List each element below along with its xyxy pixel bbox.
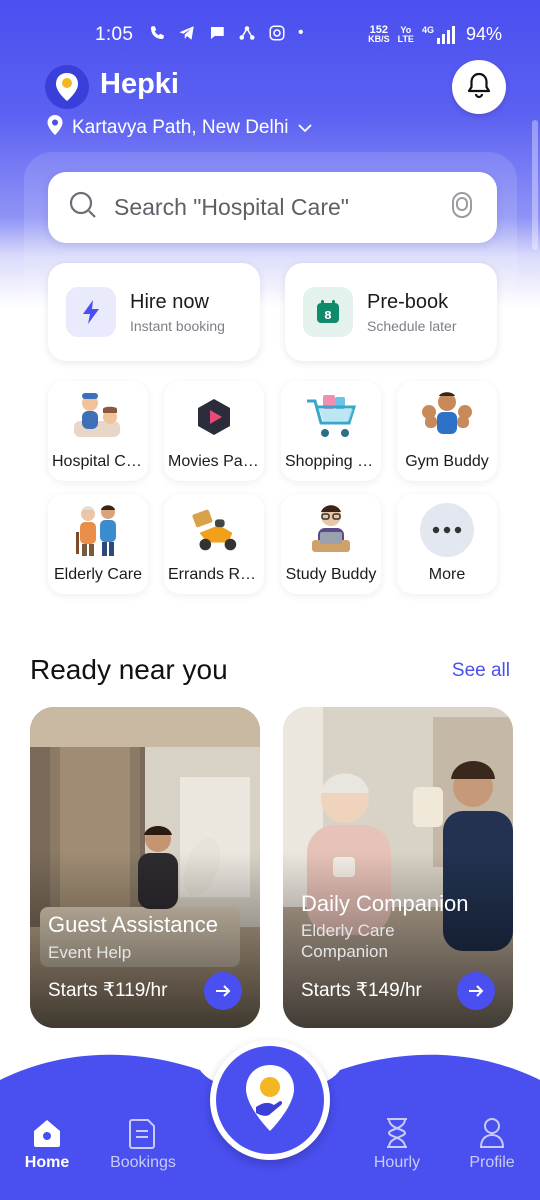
card-subtitle: Event Help bbox=[48, 943, 132, 962]
status-right: 152 KB/S Yo LTE 4G 94% bbox=[368, 24, 502, 45]
telegram-icon bbox=[178, 24, 196, 47]
service-card-guest-assistance[interactable]: Guest Assistance Event Help Starts ₹119/… bbox=[30, 707, 260, 1028]
elderly-care-icon bbox=[70, 502, 126, 558]
calendar-day: 8 bbox=[324, 309, 332, 322]
category-study-buddy[interactable]: Study Buddy bbox=[281, 494, 381, 594]
more-dots-icon bbox=[419, 502, 475, 558]
category-hospital-care[interactable]: Hospital Care bbox=[48, 381, 148, 481]
status-bar: 1:05 • 152 KB/S Yo LTE 4G 94% bbox=[0, 18, 540, 52]
center-action-button[interactable] bbox=[210, 1040, 330, 1160]
nav-label: Hourly bbox=[373, 1154, 421, 1171]
card-title: Daily Companion bbox=[301, 891, 469, 916]
nav-label: Profile bbox=[469, 1154, 515, 1171]
movies-icon bbox=[186, 389, 242, 445]
search-input[interactable]: Search "Hospital Care" bbox=[114, 194, 447, 221]
card-price: Starts ₹119/hr bbox=[48, 980, 168, 1001]
search-bar[interactable]: Search "Hospital Care" bbox=[48, 172, 497, 243]
battery-level: 94% bbox=[465, 24, 502, 44]
volte-indicator: Yo LTE bbox=[397, 24, 414, 44]
microphone-icon[interactable] bbox=[447, 189, 477, 226]
bookings-icon bbox=[98, 1116, 188, 1150]
section-title: Ready near you bbox=[30, 654, 228, 685]
card-subtitle: Elderly Care Companion bbox=[301, 921, 395, 961]
study-buddy-icon bbox=[303, 502, 359, 558]
pre-book-subtitle: Schedule later bbox=[367, 317, 457, 334]
gym-buddy-icon bbox=[419, 389, 475, 445]
card-title: Guest Assistance bbox=[48, 912, 218, 937]
scrollbar[interactable] bbox=[532, 120, 538, 250]
dot-icon: • bbox=[298, 24, 304, 41]
category-shopping[interactable]: Shopping Buddy bbox=[281, 381, 381, 481]
pre-book-title: Pre-book bbox=[367, 290, 449, 313]
calendar-icon: 8 bbox=[303, 287, 353, 337]
phone-icon bbox=[148, 24, 166, 47]
nav-label: Home bbox=[24, 1154, 70, 1171]
location-pin-icon bbox=[46, 114, 64, 142]
app-logo bbox=[45, 65, 89, 109]
category-elderly-care[interactable]: Elderly Care bbox=[48, 494, 148, 594]
instagram-icon bbox=[268, 24, 286, 47]
lightning-icon bbox=[66, 287, 116, 337]
category-label: More bbox=[428, 566, 466, 583]
location-selector[interactable]: Kartavya Path, New Delhi bbox=[46, 114, 313, 142]
chat-icon bbox=[208, 24, 226, 47]
notification-button[interactable] bbox=[452, 60, 506, 114]
location-text: Kartavya Path, New Delhi bbox=[72, 117, 289, 138]
shopping-cart-icon bbox=[303, 389, 359, 445]
category-label: Hospital Care bbox=[52, 453, 144, 470]
hospital-care-icon bbox=[70, 389, 126, 445]
category-label: Gym Buddy bbox=[405, 453, 489, 470]
app-title: Hepki bbox=[100, 68, 179, 100]
hourglass-icon bbox=[352, 1116, 442, 1150]
profile-icon bbox=[447, 1116, 537, 1150]
notification-icons: • bbox=[148, 24, 304, 47]
see-all-link[interactable]: See all bbox=[452, 660, 510, 682]
errands-icon bbox=[186, 502, 242, 558]
category-label: Study Buddy bbox=[285, 566, 377, 583]
service-card-daily-companion[interactable]: Daily Companion Elderly Care Companion S… bbox=[283, 707, 513, 1028]
category-movies[interactable]: Movies Partner bbox=[164, 381, 264, 481]
nav-label: Bookings bbox=[110, 1154, 176, 1171]
status-time: 1:05 bbox=[95, 24, 134, 45]
bell-icon bbox=[466, 71, 492, 104]
category-label: Elderly Care bbox=[53, 566, 143, 583]
net-speed: 152 KB/S bbox=[368, 23, 390, 44]
category-label: Errands Runner bbox=[168, 566, 260, 583]
nav-hourly[interactable]: Hourly bbox=[352, 1116, 442, 1172]
category-label: Shopping Buddy bbox=[285, 453, 377, 470]
category-errands[interactable]: Errands Runner bbox=[164, 494, 264, 594]
signal-icon: 4G bbox=[422, 25, 458, 44]
nav-profile[interactable]: Profile bbox=[447, 1116, 537, 1172]
network-share-icon bbox=[238, 24, 256, 47]
location-hand-icon bbox=[240, 1061, 300, 1140]
category-gym-buddy[interactable]: Gym Buddy bbox=[397, 381, 497, 481]
arrow-right-icon[interactable] bbox=[204, 972, 242, 1010]
category-label: Movies Partner bbox=[168, 453, 260, 470]
category-more[interactable]: More bbox=[397, 494, 497, 594]
home-icon bbox=[2, 1116, 92, 1150]
arrow-right-icon[interactable] bbox=[457, 972, 495, 1010]
search-icon bbox=[68, 190, 98, 225]
nav-home[interactable]: Home bbox=[2, 1116, 92, 1172]
pre-book-card[interactable]: 8 Pre-book Schedule later bbox=[285, 263, 497, 361]
hire-now-title: Hire now bbox=[130, 290, 209, 313]
chevron-down-icon bbox=[297, 117, 313, 139]
card-price: Starts ₹149/hr bbox=[301, 980, 422, 1001]
nav-bookings[interactable]: Bookings bbox=[98, 1116, 188, 1172]
hire-now-subtitle: Instant booking bbox=[130, 317, 225, 334]
hire-now-card[interactable]: Hire now Instant booking bbox=[48, 263, 260, 361]
